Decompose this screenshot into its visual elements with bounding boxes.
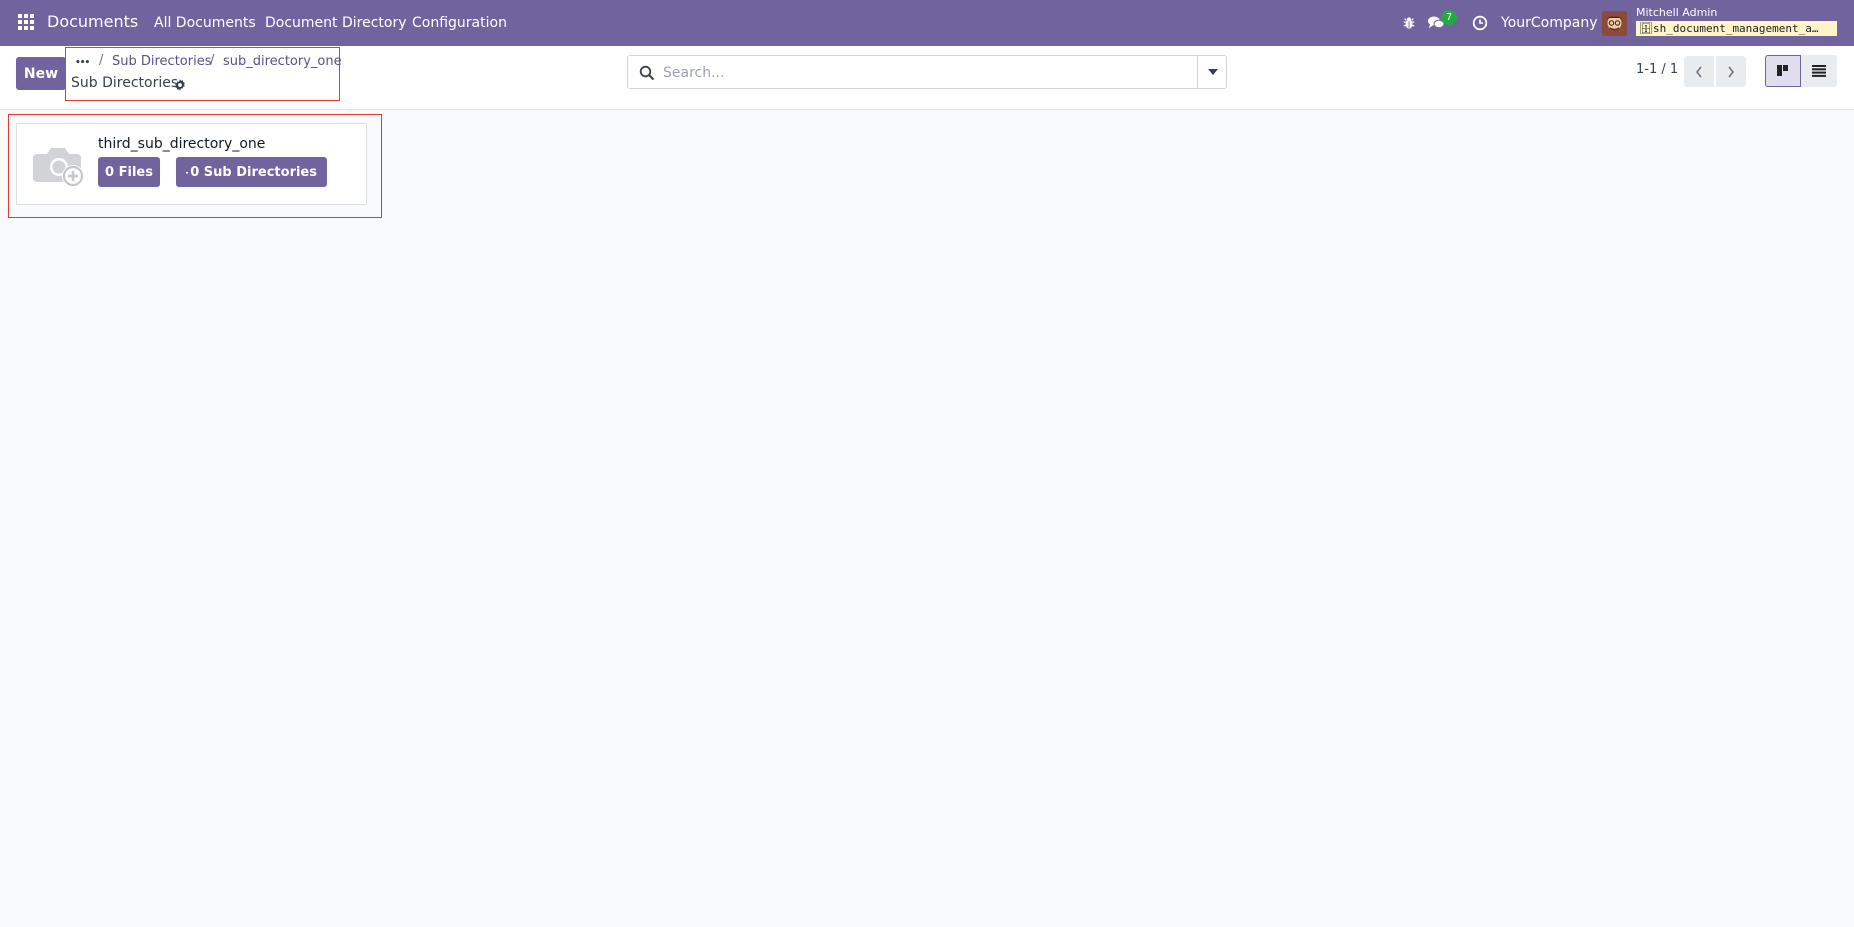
bug-icon[interactable] [1400, 14, 1418, 32]
apps-menu-icon[interactable] [18, 14, 36, 32]
kanban-view-button[interactable] [1765, 55, 1801, 87]
messages-badge: 7 [1441, 10, 1457, 25]
chevron-left-icon [1695, 66, 1702, 77]
menu-all-documents[interactable]: All Documents [154, 15, 256, 31]
sub-directories-button[interactable]: 0 Sub Directories [176, 157, 327, 187]
camera-add-icon [33, 142, 84, 187]
search-icon [639, 65, 655, 81]
top-navbar: Documents All Documents Document Directo… [0, 0, 1854, 46]
search-input[interactable] [663, 62, 1203, 84]
pager-previous-button[interactable] [1684, 56, 1714, 87]
folder-icon [186, 171, 189, 173]
breadcrumb-separator: / [99, 53, 104, 68]
pager-value[interactable]: 1-1 / 1 [1636, 62, 1678, 77]
user-name[interactable]: Mitchell Admin [1636, 6, 1717, 19]
pager-next-button[interactable] [1716, 56, 1746, 87]
breadcrumb-current: Sub Directories [71, 75, 179, 91]
new-button[interactable]: New [16, 57, 66, 90]
card-title: third_sub_directory_one [98, 136, 266, 152]
search-box [627, 55, 1227, 89]
list-icon [1812, 65, 1826, 77]
kanban-icon [1777, 65, 1788, 76]
clock-icon[interactable] [1471, 14, 1489, 32]
app-name[interactable]: Documents [47, 12, 138, 31]
database-icon: 🗄 [1639, 22, 1653, 35]
menu-document-directory[interactable]: Document Directory [265, 15, 407, 31]
chevron-right-icon [1728, 66, 1735, 77]
breadcrumb-sub-directories[interactable]: Sub Directories [112, 54, 211, 69]
list-view-button[interactable] [1801, 55, 1837, 87]
caret-down-icon [1207, 69, 1218, 75]
breadcrumb-sub-directory-one[interactable]: sub_directory_one [223, 54, 342, 69]
database-label: sh_document_management_a… [1652, 22, 1819, 35]
kanban-card[interactable]: third_sub_directory_one 0 Files 0 Sub Di… [16, 123, 367, 205]
search-options-toggle[interactable] [1197, 55, 1227, 89]
user-avatar[interactable] [1602, 11, 1627, 36]
database-name: 🗄sh_document_management_a… [1636, 21, 1837, 36]
company-switcher[interactable]: YourCompany [1501, 15, 1598, 31]
sub-directories-label: 0 Sub Directories [190, 164, 317, 180]
gear-icon[interactable] [173, 77, 187, 91]
breadcrumb-separator: / [210, 53, 215, 68]
breadcrumb-ellipsis[interactable]: ••• [75, 58, 90, 68]
menu-configuration[interactable]: Configuration [412, 15, 507, 31]
files-button[interactable]: 0 Files [98, 157, 160, 187]
